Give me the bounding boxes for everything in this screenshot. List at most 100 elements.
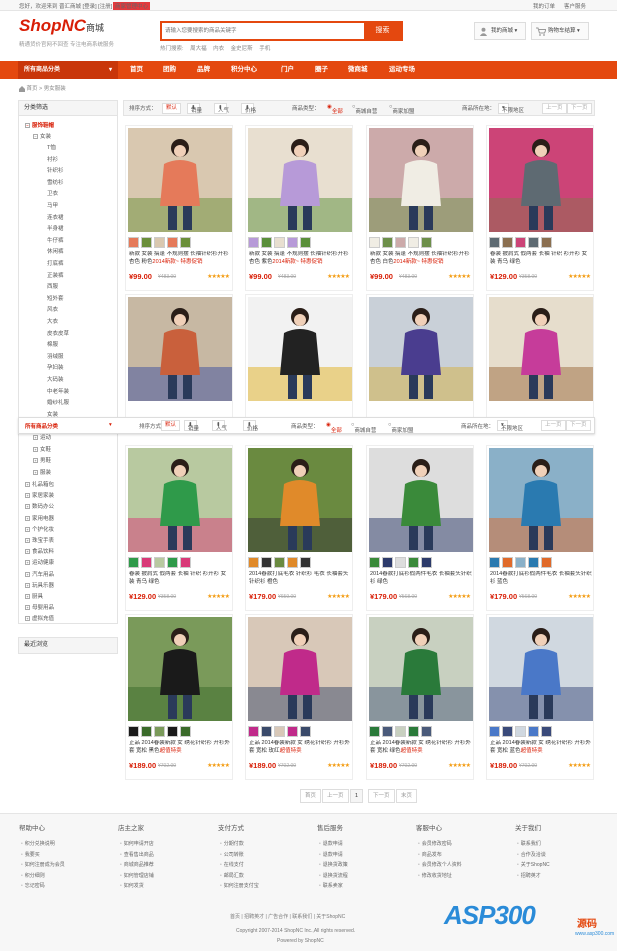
sidebar-item[interactable]: + 服装	[33, 468, 51, 476]
color-swatch[interactable]	[369, 557, 380, 568]
search-button[interactable]: 搜索	[364, 23, 401, 39]
sidebar-category[interactable]: + 珠宝手表	[25, 536, 54, 544]
footer-link[interactable]: 如何注册支付宝	[220, 882, 259, 889]
footer-link[interactable]: 联系我们	[517, 840, 541, 847]
footer-link[interactable]: 邮局汇款	[220, 872, 244, 879]
footer-link[interactable]: 会员修改密码	[418, 840, 452, 847]
product-image[interactable]	[369, 297, 473, 401]
color-swatch[interactable]	[154, 237, 165, 248]
footer-link[interactable]: 商品发布	[418, 851, 442, 858]
sidebar-item[interactable]: 连衣裙	[47, 213, 64, 221]
color-swatch[interactable]	[395, 557, 406, 568]
footer-link[interactable]: 在线支付	[220, 861, 244, 868]
float-type-self[interactable]: ○ 商城自营	[351, 422, 376, 434]
sidebar-item[interactable]: 风衣	[47, 305, 58, 313]
sidebar-item[interactable]: 棉服	[47, 340, 58, 348]
customer-service-link[interactable]: 客户服务	[564, 2, 586, 10]
product-image[interactable]	[489, 617, 593, 721]
color-swatch[interactable]	[395, 726, 406, 737]
footer-link[interactable]: 招聘英才	[517, 872, 541, 879]
footer-link[interactable]: 退款申请	[319, 840, 343, 847]
pager-last[interactable]: 末页	[396, 789, 418, 803]
float-prev-page[interactable]: 上一页	[541, 420, 566, 431]
sidebar-category[interactable]: + 运动健康	[25, 558, 54, 566]
color-swatch[interactable]	[541, 557, 552, 568]
footer-link[interactable]: 如何管理店铺	[120, 872, 154, 879]
all-categories-menu[interactable]: 所有商品分类 ▾	[18, 61, 118, 79]
sidebar-category[interactable]: + 个护化妆	[25, 525, 54, 533]
color-swatch[interactable]	[300, 237, 311, 248]
sidebar-item[interactable]: 大衣	[47, 317, 58, 325]
type-all-radio[interactable]: ◉ 全部	[327, 104, 343, 115]
product-image[interactable]	[128, 128, 232, 232]
nav-item-micro-mall[interactable]: 微商城	[348, 61, 368, 79]
product-name[interactable]: 新款 女装 搞蓬 不规则摆 长袖针织衫开衫 杏色 紫色2014新款~ 特惠促销	[249, 251, 351, 267]
product-name[interactable]: 春装 披肩式 假两套 长袖 针织 衫开衫 女装 青乌 绿色	[129, 571, 231, 587]
color-swatch[interactable]	[408, 557, 419, 568]
sidebar-category[interactable]: + 家居家装	[25, 491, 54, 499]
hot-word[interactable]: 周大福	[190, 46, 207, 52]
float-location-select[interactable]: 不限地区 ▾	[497, 420, 523, 432]
footer-link[interactable]: 积分细则	[21, 872, 45, 879]
product-card[interactable]	[125, 294, 233, 418]
color-swatch[interactable]	[528, 237, 539, 248]
site-logo[interactable]: ShopNC商城	[19, 16, 104, 36]
color-swatch[interactable]	[248, 726, 259, 737]
footer-link[interactable]: 忘记密码	[21, 882, 45, 889]
float-sort-price[interactable]: 价格 ⬍	[243, 420, 258, 432]
color-swatch[interactable]	[382, 557, 393, 568]
color-swatch[interactable]	[128, 557, 139, 568]
footer-link[interactable]: 关于ShopNC	[517, 861, 550, 868]
sidebar-item[interactable]: + 女鞋	[33, 445, 51, 453]
product-card[interactable]	[366, 294, 474, 418]
color-swatch[interactable]	[541, 726, 552, 737]
sidebar-item[interactable]: 皮衣皮草	[47, 329, 69, 337]
sidebar-main-category[interactable]: − 服饰鞋帽	[25, 121, 54, 129]
product-name[interactable]: 2014春款打底衫假两件毛衣 长袖套头针织衫 蓝色	[490, 571, 592, 587]
footer-link[interactable]: 分期付款	[220, 840, 244, 847]
color-swatch[interactable]	[154, 726, 165, 737]
sidebar-item[interactable]: 婚纱礼服	[47, 398, 69, 406]
color-swatch[interactable]	[489, 726, 500, 737]
color-swatch[interactable]	[502, 237, 513, 248]
color-swatch[interactable]	[408, 726, 419, 737]
footer-link[interactable]: 如何发货	[120, 882, 144, 889]
color-swatch[interactable]	[128, 237, 139, 248]
color-swatch[interactable]	[287, 557, 298, 568]
nav-item-home[interactable]: 首页	[130, 61, 143, 79]
nav-item-sports[interactable]: 运动专场	[389, 61, 415, 79]
color-swatch[interactable]	[300, 557, 311, 568]
color-swatch[interactable]	[154, 557, 165, 568]
float-type-all[interactable]: ◉ 全部	[326, 422, 342, 434]
footer-link[interactable]: 我要买	[21, 851, 40, 858]
nav-item-circle[interactable]: 圈子	[315, 61, 328, 79]
product-image[interactable]	[489, 297, 593, 401]
prev-page-button[interactable]: 上一页	[542, 103, 567, 114]
product-name[interactable]: 2014春款打底毛衣 针织衫 毛衣 长袖套头针织衫 橙色	[249, 571, 351, 587]
color-swatch[interactable]	[287, 237, 298, 248]
product-name[interactable]: 新款 女装 搞蓬 不规则摆 长袖针织衫开衫 杏色 白色2014新款~ 特惠促销	[370, 251, 472, 267]
product-image[interactable]	[248, 617, 352, 721]
sidebar-category[interactable]: + 虚拟充值	[25, 614, 54, 622]
footer-link[interactable]: 合作及洽谈	[517, 851, 546, 858]
color-swatch[interactable]	[489, 237, 500, 248]
sidebar-item[interactable]: 休闲裤	[47, 247, 64, 255]
product-image[interactable]	[128, 448, 232, 552]
product-card[interactable]: 新款 女装 搞蓬 不规则摆 长袖针织衫开衫 杏色 紫色2014新款~ 特惠促销 ¥…	[245, 125, 353, 291]
color-swatch[interactable]	[248, 237, 259, 248]
product-image[interactable]	[248, 128, 352, 232]
sidebar-item[interactable]: 衬衫	[47, 155, 58, 163]
product-name[interactable]: 正品 2014春装新款 女 绣花针织衫 开衫外套 宽松 蓝色超值特卖	[490, 740, 592, 756]
color-swatch[interactable]	[167, 237, 178, 248]
color-swatch[interactable]	[382, 237, 393, 248]
sidebar-item[interactable]: 针织衫	[47, 166, 64, 174]
footer-link[interactable]: 商城商品推荐	[120, 861, 154, 868]
footer-link[interactable]: 会员修改个人资料	[418, 861, 462, 868]
footer-link[interactable]: 修改收货地址	[418, 872, 452, 879]
product-image[interactable]	[369, 617, 473, 721]
color-swatch[interactable]	[300, 726, 311, 737]
float-all-categories[interactable]: 所有商品分类	[25, 422, 58, 430]
float-sort-sales[interactable]: 销量 ⬍	[184, 420, 199, 432]
float-sort-popularity[interactable]: 人气 ⬍	[212, 420, 227, 432]
sidebar-item[interactable]: + 运动	[33, 433, 51, 441]
